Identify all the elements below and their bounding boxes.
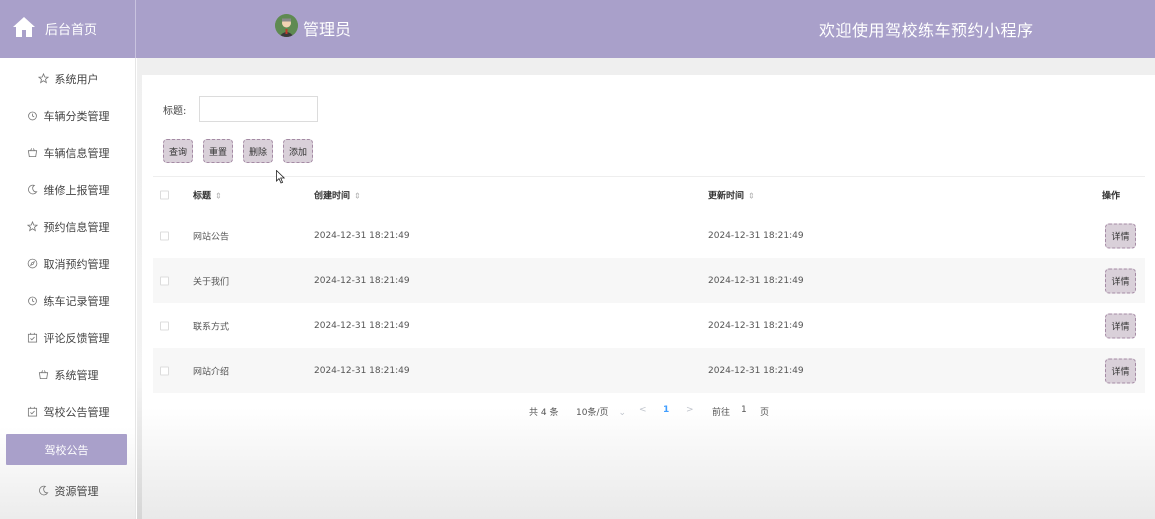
table-row: 关于我们 2024-12-31 18:21:49 2024-12-31 18:2… bbox=[153, 258, 1145, 303]
announcement-table: 标题 ⇕ 创建时间 ⇕ 更新时间 ⇕ 操作 网站公告 2024-12-31 18:21… bbox=[153, 176, 1145, 393]
add-button[interactable]: 添加 bbox=[283, 139, 313, 163]
sidebar-item-practice-record[interactable]: 练车记录管理 bbox=[0, 282, 136, 319]
delete-button[interactable]: 删除 bbox=[243, 139, 273, 163]
reset-button[interactable]: 重置 bbox=[203, 139, 233, 163]
row-updated: 2024-12-31 18:21:49 bbox=[708, 365, 804, 376]
table-row: 网站介绍 2024-12-31 18:21:49 2024-12-31 18:2… bbox=[153, 348, 1145, 393]
sidebar-item-label: 维修上报管理 bbox=[43, 183, 110, 197]
row-created: 2024-12-31 18:21:49 bbox=[314, 230, 410, 241]
sidebar-item-label: 车辆信息管理 bbox=[43, 146, 110, 160]
star-icon bbox=[37, 73, 49, 84]
row-title: 网站介绍 bbox=[193, 367, 230, 377]
sidebar-item-announcement[interactable]: 驾校公告 bbox=[6, 434, 127, 465]
page-number-current[interactable]: 1 bbox=[663, 405, 669, 415]
sidebar-item-repair-report[interactable]: 维修上报管理 bbox=[0, 171, 136, 208]
welcome-title: 欢迎使用驾校练车预约小程序 bbox=[819, 21, 1034, 40]
mouse-cursor-icon bbox=[276, 170, 286, 184]
compass-icon bbox=[27, 258, 37, 269]
header-title-label: 标题 bbox=[193, 191, 212, 202]
table-header: 标题 ⇕ 创建时间 ⇕ 更新时间 ⇕ 操作 bbox=[153, 177, 1145, 213]
page-size-value: 10条/页 bbox=[576, 408, 609, 418]
detail-button[interactable]: 详情 bbox=[1105, 223, 1136, 248]
top-header: 后台首页 管理员 欢迎使用驾校练车预约小程序 bbox=[0, 0, 1155, 58]
sidebar-item-label: 驾校公告管理 bbox=[43, 405, 110, 419]
admin-name[interactable]: 管理员 bbox=[303, 16, 351, 40]
sidebar-item-label: 评论反馈管理 bbox=[43, 331, 110, 345]
row-title: 关于我们 bbox=[193, 277, 230, 287]
pagination-total: 共 4 条 bbox=[529, 408, 559, 418]
table-row: 网站公告 2024-12-31 18:21:49 2024-12-31 18:2… bbox=[153, 213, 1145, 258]
sidebar-item-system-management[interactable]: 系统管理 bbox=[0, 356, 136, 393]
sidebar-item-feedback[interactable]: 评论反馈管理 bbox=[0, 319, 136, 356]
sidebar-item-label: 驾校公告 bbox=[44, 443, 89, 457]
header-updated[interactable]: 更新时间 ⇕ bbox=[708, 189, 755, 202]
avatar-icon bbox=[275, 14, 298, 37]
goto-label: 前往 bbox=[712, 408, 731, 418]
home-label: 后台首页 bbox=[45, 23, 98, 38]
calendar-check-icon bbox=[27, 406, 37, 417]
sidebar-item-booking-info[interactable]: 预约信息管理 bbox=[0, 208, 136, 245]
sidebar-item-label: 预约信息管理 bbox=[43, 220, 110, 234]
header-created[interactable]: 创建时间 ⇕ bbox=[314, 189, 361, 202]
select-all-checkbox[interactable] bbox=[160, 190, 169, 200]
detail-button[interactable]: 详情 bbox=[1105, 313, 1136, 338]
home-link[interactable]: 后台首页 bbox=[0, 0, 136, 58]
prev-page-button[interactable]: < bbox=[639, 405, 647, 415]
row-updated: 2024-12-31 18:21:49 bbox=[708, 230, 804, 241]
sort-icon[interactable]: ⇕ bbox=[215, 192, 222, 201]
sidebar: 系统用户 车辆分类管理 车辆信息管理 维修上报管理 预约信息管理 取消预约管理 … bbox=[0, 58, 136, 519]
sidebar-item-system-users[interactable]: 系统用户 bbox=[0, 60, 136, 97]
sidebar-item-label: 车辆分类管理 bbox=[43, 109, 110, 123]
goto-page-input[interactable]: 1 bbox=[741, 405, 747, 415]
row-created: 2024-12-31 18:21:49 bbox=[314, 320, 410, 331]
basket-icon bbox=[38, 370, 48, 380]
header-actions: 操作 bbox=[1102, 191, 1121, 202]
row-title: 网站公告 bbox=[193, 232, 230, 242]
home-icon bbox=[13, 17, 35, 37]
star-icon bbox=[26, 221, 38, 232]
timer-icon bbox=[27, 111, 37, 121]
sort-icon[interactable]: ⇕ bbox=[354, 192, 361, 201]
sort-icon[interactable]: ⇕ bbox=[748, 192, 755, 201]
row-checkbox[interactable] bbox=[160, 276, 169, 285]
header-title[interactable]: 标题 ⇕ bbox=[193, 189, 222, 202]
timer-icon bbox=[27, 296, 37, 306]
moon-icon bbox=[38, 485, 48, 496]
chevron-down-icon: ⌄ bbox=[618, 408, 627, 418]
title-filter-label: 标题: bbox=[163, 106, 187, 117]
row-created: 2024-12-31 18:21:49 bbox=[314, 365, 410, 376]
row-created: 2024-12-31 18:21:49 bbox=[314, 275, 410, 286]
detail-button[interactable]: 详情 bbox=[1105, 358, 1136, 383]
row-updated: 2024-12-31 18:21:49 bbox=[708, 275, 804, 286]
sidebar-item-vehicle-category[interactable]: 车辆分类管理 bbox=[0, 97, 136, 134]
query-button[interactable]: 查询 bbox=[163, 139, 193, 163]
detail-button[interactable]: 详情 bbox=[1105, 268, 1136, 293]
row-checkbox[interactable] bbox=[160, 321, 169, 330]
next-page-button[interactable]: > bbox=[686, 405, 694, 415]
sidebar-item-vehicle-info[interactable]: 车辆信息管理 bbox=[0, 134, 136, 171]
sidebar-item-announcement-management[interactable]: 驾校公告管理 bbox=[0, 393, 136, 430]
page-size-select[interactable]: 10条/页 ⌄ bbox=[576, 405, 626, 418]
goto-suffix: 页 bbox=[760, 408, 770, 418]
sidebar-item-label: 系统管理 bbox=[54, 368, 99, 382]
row-checkbox[interactable] bbox=[160, 231, 169, 240]
admin-avatar[interactable] bbox=[275, 14, 298, 37]
sidebar-item-label: 资源管理 bbox=[54, 484, 99, 498]
basket-icon bbox=[27, 148, 37, 158]
moon-icon bbox=[27, 184, 37, 195]
row-checkbox[interactable] bbox=[160, 366, 169, 375]
row-title: 联系方式 bbox=[193, 322, 230, 332]
sidebar-item-label: 练车记录管理 bbox=[43, 294, 110, 308]
sidebar-item-label: 取消预约管理 bbox=[43, 257, 110, 271]
sidebar-item-resource-management[interactable]: 资源管理 bbox=[0, 472, 136, 509]
header-created-label: 创建时间 bbox=[314, 191, 351, 202]
title-search-input[interactable] bbox=[199, 96, 318, 122]
row-updated: 2024-12-31 18:21:49 bbox=[708, 320, 804, 331]
sidebar-item-cancel-booking[interactable]: 取消预约管理 bbox=[0, 245, 136, 282]
header-updated-label: 更新时间 bbox=[708, 191, 745, 202]
sidebar-item-label: 系统用户 bbox=[54, 72, 99, 86]
calendar-check-icon bbox=[27, 332, 37, 343]
table-row: 联系方式 2024-12-31 18:21:49 2024-12-31 18:2… bbox=[153, 303, 1145, 348]
